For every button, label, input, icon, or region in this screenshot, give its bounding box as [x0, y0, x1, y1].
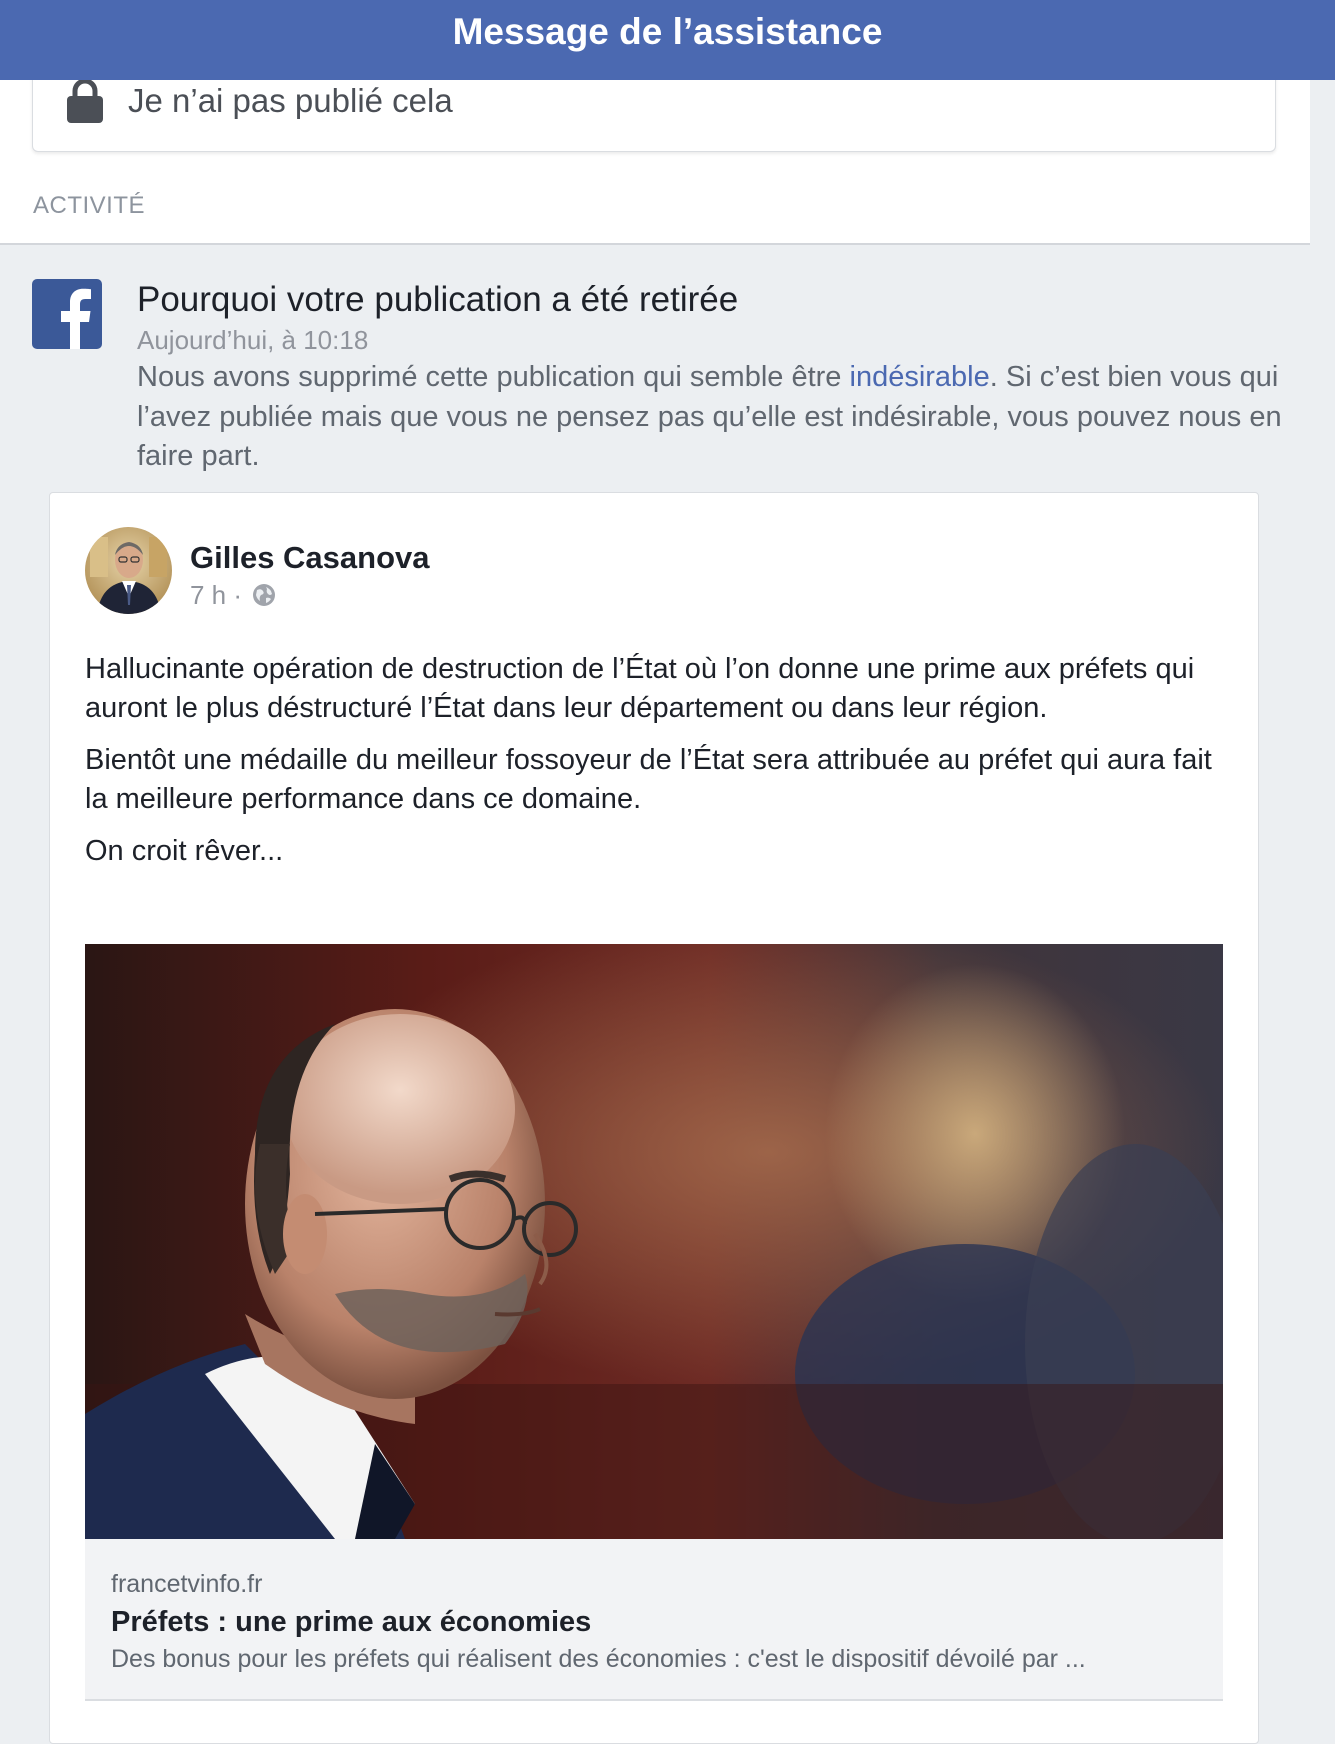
- post-text: Hallucinante opération de destruction de…: [85, 650, 1235, 884]
- notification-timestamp: Aujourd’hui, à 10:18: [137, 325, 369, 355]
- post-author[interactable]: Gilles Casanova: [190, 540, 430, 576]
- avatar[interactable]: [85, 527, 172, 614]
- activity-section-title: ACTIVITÉ: [33, 192, 146, 219]
- notification-body: Nous avons supprimé cette publication qu…: [137, 358, 1317, 477]
- notification-title: Pourquoi votre publication a été retirée: [137, 280, 739, 319]
- post-paragraph: Bientôt une médaille du meilleur fossoye…: [85, 744, 1212, 815]
- not-published-by-me-label[interactable]: Je n’ai pas publié cela: [128, 82, 453, 120]
- post-paragraph: Hallucinante opération de destruction de…: [85, 653, 1195, 724]
- lock-icon: [67, 78, 103, 123]
- link-description: Des bonus pour les préfets qui réalisent…: [111, 1645, 1086, 1673]
- post-paragraph: On croit rêver...: [85, 835, 284, 867]
- facebook-logo-icon: [32, 279, 102, 349]
- undesirable-link[interactable]: indésirable: [850, 361, 990, 393]
- support-message-header: Message de l’assistance: [0, 0, 1335, 80]
- link-domain: francetvinfo.fr: [111, 1570, 263, 1598]
- globe-icon: [253, 584, 275, 606]
- notification-body-text-start: Nous avons supprimé cette publication qu…: [137, 361, 850, 393]
- link-title[interactable]: Préfets : une prime aux économies: [111, 1606, 591, 1639]
- page-title: Message de l’assistance: [452, 11, 883, 52]
- post-timestamp[interactable]: 7 h ·: [190, 580, 242, 611]
- link-preview-image[interactable]: [85, 944, 1223, 1539]
